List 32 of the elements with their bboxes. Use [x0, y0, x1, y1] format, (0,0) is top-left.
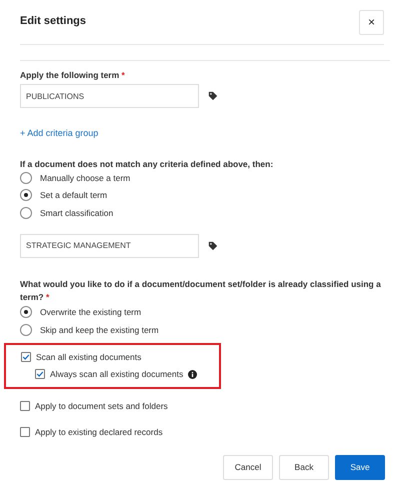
option-label: Manually choose a term: [40, 172, 130, 183]
option-label: Smart classification: [40, 208, 114, 218]
checkbox[interactable]: [21, 352, 31, 362]
info-icon[interactable]: [188, 370, 198, 378]
radio-button[interactable]: [20, 306, 32, 318]
dialog-title: Edit settings: [20, 15, 86, 27]
tag-icon[interactable]: [208, 240, 218, 250]
checkbox-label: Scan all existing documents: [36, 352, 142, 362]
checkbox[interactable]: [20, 401, 30, 411]
tag-icon[interactable]: [208, 91, 218, 101]
question-label: If a document does not match any criteria defined above, then:: [20, 159, 274, 169]
term-field[interactable]: PUBLICATIONS: [20, 84, 199, 108]
field-label: Apply the following term *: [20, 70, 126, 80]
dialog-button[interactable]: Cancel: [223, 454, 273, 480]
checkbox-label: Apply to document sets and folders: [35, 401, 168, 411]
option-label: Set a default term: [40, 190, 108, 200]
dialog-button[interactable]: Back: [279, 454, 329, 480]
close-button[interactable]: ×: [359, 10, 384, 34]
radio-button[interactable]: [20, 324, 32, 336]
add-criteria-link[interactable]: + Add criteria group: [20, 128, 98, 138]
checkbox[interactable]: [35, 369, 45, 379]
radio-button[interactable]: [20, 189, 32, 202]
checkbox[interactable]: [20, 427, 30, 437]
option-label: Overwrite the existing term: [40, 307, 142, 318]
term-field[interactable]: STRATEGIC MANAGEMENT: [20, 234, 199, 258]
save-button[interactable]: Save: [335, 454, 385, 480]
checkbox-label: Apply to existing declared records: [35, 427, 163, 437]
question-label: What would you like to do if a document/document set/folder is already classified using a term? *: [20, 278, 382, 304]
checkbox-label: Always scan all existing documents: [50, 369, 184, 379]
option-label: Skip and keep the existing term: [40, 324, 159, 335]
radio-button[interactable]: [20, 206, 32, 219]
radio-button[interactable]: [20, 172, 32, 184]
